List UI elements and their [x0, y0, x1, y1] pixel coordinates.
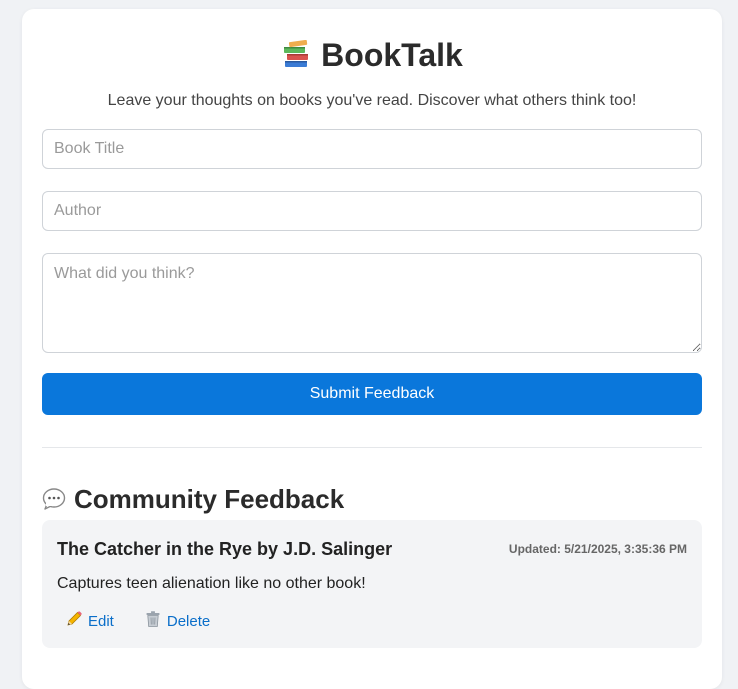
pencil-icon: [65, 610, 88, 632]
section-title: Community Feedback: [74, 484, 344, 515]
submit-feedback-button[interactable]: Submit Feedback: [42, 373, 702, 415]
app-title: BookTalk: [321, 37, 463, 74]
main-card: BookTalk Leave your thoughts on books yo…: [22, 9, 722, 689]
feedback-header: The Catcher in the Rye by J.D. Salinger …: [57, 520, 687, 560]
book-title-input[interactable]: [42, 129, 702, 169]
app-header: BookTalk: [42, 35, 702, 75]
author-input[interactable]: [42, 191, 702, 231]
books-icon: [281, 40, 311, 70]
feedback-text: Captures teen alienation like no other b…: [57, 574, 687, 594]
speech-bubble-icon: [42, 487, 66, 511]
edit-label: Edit: [88, 613, 114, 630]
thoughts-textarea[interactable]: [42, 253, 702, 353]
feedback-actions: Edit Delete: [57, 610, 687, 632]
feedback-book-title: The Catcher in the Rye by J.D. Salinger: [57, 539, 392, 560]
feedback-item: The Catcher in the Rye by J.D. Salinger …: [42, 520, 702, 648]
delete-label: Delete: [167, 613, 210, 630]
community-feedback-heading: Community Feedback: [42, 484, 702, 514]
tagline: Leave your thoughts on books you've read…: [42, 91, 702, 111]
delete-button[interactable]: Delete: [144, 610, 210, 632]
feedback-updated-timestamp: Updated: 5/21/2025, 3:35:36 PM: [509, 542, 687, 556]
divider: [42, 447, 702, 448]
edit-button[interactable]: Edit: [65, 610, 114, 632]
trash-icon: [144, 610, 167, 632]
